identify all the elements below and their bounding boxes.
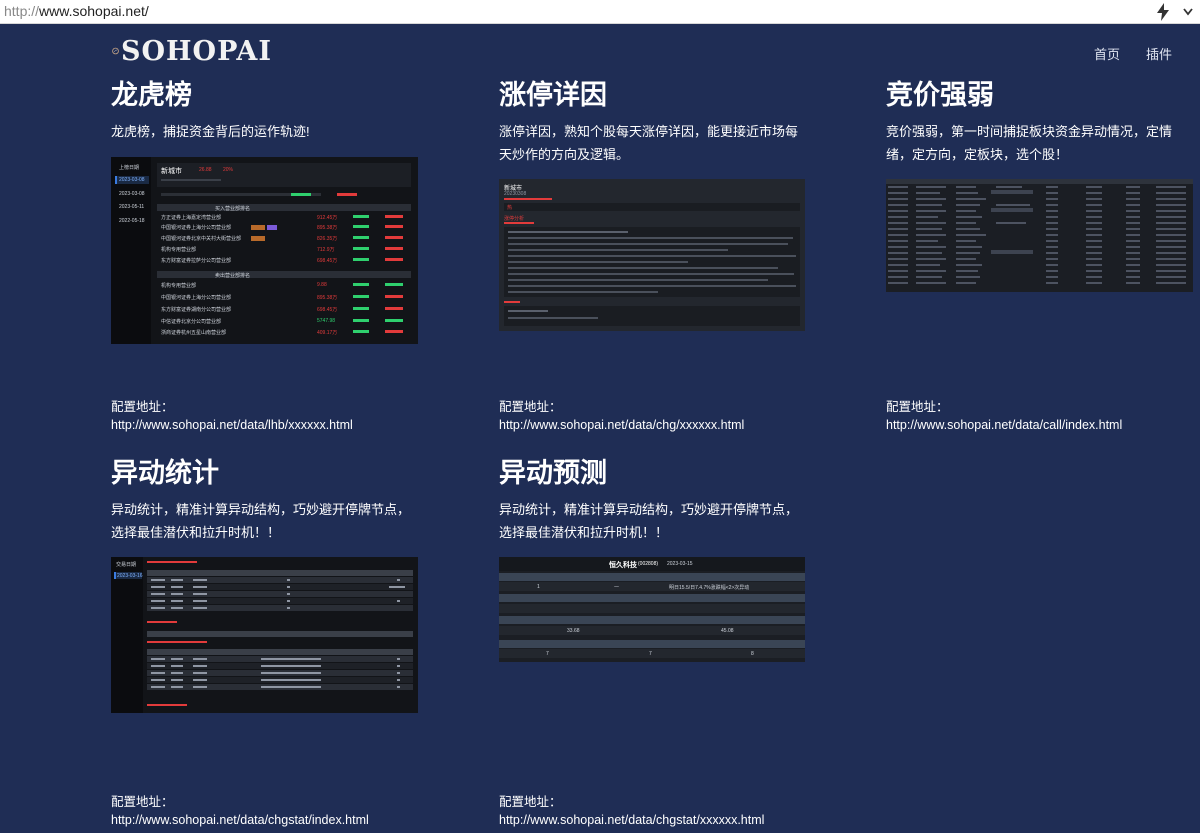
chevron-down-icon[interactable] — [1182, 5, 1194, 19]
config-address: 配置地址： http://www.sohopai.net/data/lhb/xx… — [111, 398, 353, 434]
config-label: 配置地址： — [499, 795, 562, 809]
card-lhb: 龙虎榜 龙虎榜，捕捉资金背后的运作轨迹! — [111, 78, 431, 143]
config-url[interactable]: http://www.sohopai.net/data/call/index.h… — [886, 416, 1122, 434]
config-label: 配置地址： — [111, 795, 174, 809]
config-url[interactable]: http://www.sohopai.net/data/lhb/xxxxxx.h… — [111, 416, 353, 434]
logo-text: SOHOPAI — [121, 35, 272, 67]
chgstat-table-graphic — [147, 561, 413, 706]
config-address: 配置地址： http://www.sohopai.net/data/chg/xx… — [499, 398, 744, 434]
card-chg: 涨停详因 涨停详因，熟知个股每天涨停详因，能更接近市场每天炒作的方向及逻辑。 — [499, 78, 819, 166]
chg-screenshot[interactable]: 新城市 20230308 热 涨停分析 — [499, 179, 805, 331]
config-url[interactable]: http://www.sohopai.net/data/chg/xxxxxx.h… — [499, 416, 744, 434]
card-call: 竞价强弱 竞价强弱，第一时间捕捉板块资金异动情况，定情绪，定方向，定板块，选个股… — [886, 78, 1200, 166]
chgstat-screenshot[interactable]: 交易日期 2023-03-16 — [111, 557, 418, 713]
card-title: 异动预测 — [499, 458, 607, 488]
card-chgpredict: 异动预测 异动统计，精准计算异动结构，巧妙避开停牌节点，选择最佳潜伏和拉升时机！… — [499, 456, 819, 544]
config-address: 配置地址： http://www.sohopai.net/data/chgsta… — [499, 793, 764, 829]
config-url[interactable]: http://www.sohopai.net/data/chgstat/xxxx… — [499, 811, 764, 829]
lhb-screenshot[interactable]: 上榜日期 2023-03-08 2023-03-08 2023-05-11 20… — [111, 157, 418, 344]
card-chgstat: 异动统计 异动统计，精准计算异动结构，巧妙避开停牌节点，选择最佳潜伏和拉升时机！… — [111, 456, 431, 544]
config-label: 配置地址： — [886, 400, 949, 414]
card-title: 龙虎榜 — [111, 80, 192, 110]
card-description: 涨停详因，熟知个股每天涨停详因，能更接近市场每天炒作的方向及逻辑。 — [499, 124, 799, 162]
logo-mark-icon — [112, 47, 119, 55]
address-url[interactable]: http://www.sohopai.net/ — [4, 3, 149, 19]
lightning-icon[interactable] — [1156, 3, 1170, 21]
nav-home-link[interactable]: 首页 — [1094, 44, 1120, 63]
card-title: 竞价强弱 — [886, 80, 994, 110]
call-screenshot[interactable] — [886, 179, 1193, 292]
call-table-graphic — [886, 179, 1193, 284]
chgpredict-screenshot[interactable]: 恒久科技 (002808) 2023-03-15 1 一 明日15.5/日7.4… — [499, 557, 805, 662]
card-title: 异动统计 — [111, 458, 219, 488]
config-url[interactable]: http://www.sohopai.net/data/chgstat/inde… — [111, 811, 369, 829]
config-address: 配置地址： http://www.sohopai.net/data/chgsta… — [111, 793, 369, 829]
card-description: 异动统计，精准计算异动结构，巧妙避开停牌节点，选择最佳潜伏和拉升时机！！ — [499, 502, 799, 540]
lhb-date-menu — [111, 157, 151, 344]
config-label: 配置地址： — [111, 400, 174, 414]
config-address: 配置地址： http://www.sohopai.net/data/call/i… — [886, 398, 1122, 434]
browser-address-bar[interactable]: http://www.sohopai.net/ — [0, 0, 1200, 24]
config-label: 配置地址： — [499, 400, 562, 414]
site-logo[interactable]: SOHOPAI — [112, 32, 272, 70]
card-description: 异动统计，精准计算异动结构，巧妙避开停牌节点，选择最佳潜伏和拉升时机！！ — [111, 502, 411, 540]
card-description: 龙虎榜，捕捉资金背后的运作轨迹! — [111, 124, 310, 139]
card-title: 涨停详因 — [499, 80, 607, 110]
nav-plugin-link[interactable]: 插件 — [1146, 44, 1172, 63]
card-description: 竞价强弱，第一时间捕捉板块资金异动情况，定情绪，定方向，定板块，选个股！ — [886, 124, 1173, 162]
